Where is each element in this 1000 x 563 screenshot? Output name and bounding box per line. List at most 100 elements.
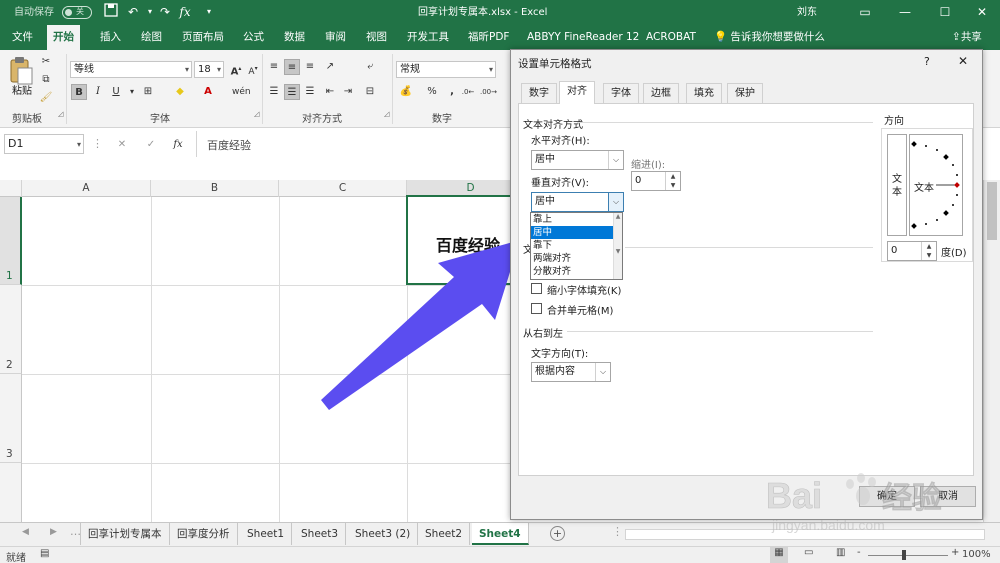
save-icon[interactable]	[102, 3, 120, 21]
number-format-box[interactable]: 常规 ▾	[396, 61, 496, 78]
undo-icon[interactable]: ↶	[124, 3, 142, 21]
shrink-to-fit-label[interactable]: 缩小字体填充(K)	[547, 282, 621, 297]
redo-icon[interactable]: ↷	[156, 3, 174, 21]
font-color-icon[interactable]: A	[200, 84, 216, 100]
tab-file[interactable]: 文件	[6, 25, 39, 50]
page-break-view-icon[interactable]: ▥	[836, 547, 845, 558]
cancel-entry-icon[interactable]: ✕	[114, 137, 130, 153]
phonetic-icon[interactable]: wén	[232, 84, 251, 100]
zoom-level[interactable]: 100%	[962, 549, 991, 560]
option-center[interactable]: 居中	[531, 226, 622, 239]
normal-view-icon[interactable]: ▦	[770, 547, 788, 563]
tab-draw[interactable]: 绘图	[135, 25, 168, 50]
bottom-align-icon[interactable]: ≡	[302, 59, 318, 75]
row-header-3[interactable]: 3	[0, 374, 22, 463]
alignment-launcher-icon[interactable]: ◿	[384, 110, 389, 118]
font-launcher-icon[interactable]: ◿	[254, 110, 259, 118]
tab-abbyy[interactable]: ABBYY FineReader 12	[521, 25, 645, 50]
format-painter-icon[interactable]: 🖌	[38, 90, 54, 106]
wrap-text-icon[interactable]: ⤶	[362, 59, 378, 75]
column-header-a[interactable]: A	[22, 180, 151, 197]
decrease-decimal-icon[interactable]: .00→	[480, 84, 497, 100]
shrink-to-fit-checkbox[interactable]	[531, 283, 542, 294]
option-justify[interactable]: 两端对齐	[531, 252, 622, 265]
decrease-indent-icon[interactable]: ⇤	[322, 84, 338, 100]
tab-protection[interactable]: 保护	[727, 83, 763, 103]
ok-button[interactable]: 确定	[859, 486, 915, 507]
row-header-1[interactable]: 1	[0, 197, 22, 285]
vertical-align-select[interactable]: 居中 ⌵	[531, 192, 624, 212]
tab-insert[interactable]: 插入	[94, 25, 127, 50]
tab-review[interactable]: 审阅	[319, 25, 352, 50]
scroll-left-icon[interactable]: ◀	[22, 527, 29, 537]
help-button[interactable]: ?	[924, 55, 930, 68]
horizontal-align-select[interactable]: 居中 ⌵	[531, 150, 624, 170]
tab-acrobat[interactable]: ACROBAT	[640, 25, 702, 50]
enter-entry-icon[interactable]: ✓	[143, 137, 159, 153]
spinner-arrows-icon[interactable]: ▲ ▼	[921, 242, 936, 260]
zoom-out-button[interactable]: -	[857, 547, 861, 558]
namebox-splitter-icon[interactable]: ⋮	[92, 137, 103, 150]
shrink-font-icon[interactable]: A▾	[245, 61, 261, 77]
increase-indent-icon[interactable]: ⇥	[340, 84, 356, 100]
merge-cells-label[interactable]: 合并单元格(M)	[547, 302, 613, 317]
autosave-toggle[interactable]: 关	[62, 6, 92, 19]
chevron-down-icon[interactable]: ▾	[124, 84, 140, 100]
tab-data[interactable]: 数据	[278, 25, 311, 50]
align-right-icon[interactable]: ☰	[302, 84, 318, 100]
horizontal-scrollbar[interactable]	[625, 529, 985, 540]
insert-function-icon[interactable]: fx	[176, 3, 194, 21]
scroll-right-icon[interactable]: ▶	[50, 527, 57, 537]
select-all-corner[interactable]	[0, 180, 22, 197]
zoom-in-button[interactable]: +	[951, 547, 959, 558]
tab-number[interactable]: 数字	[521, 83, 557, 103]
sheet-tab[interactable]: Sheet3 (2)	[348, 523, 419, 545]
tab-splitter-icon[interactable]: ⋮	[612, 525, 623, 538]
increase-decimal-icon[interactable]: .0←	[460, 84, 476, 100]
macro-record-icon[interactable]: ▤	[40, 548, 49, 559]
formula-input[interactable]: 百度经验	[196, 131, 512, 157]
font-size-box[interactable]: 18 ▾	[194, 61, 224, 78]
top-align-icon[interactable]: ≡	[266, 59, 282, 75]
text-direction-select[interactable]: 根据内容 ⌵	[531, 362, 611, 382]
minimize-icon[interactable]: —	[885, 0, 925, 25]
column-header-c[interactable]: C	[279, 180, 407, 197]
dropdown-scrollbar[interactable]: ▲ ▼	[613, 213, 622, 279]
fill-color-icon[interactable]: ◆	[172, 84, 188, 100]
vertical-text-button[interactable]: 文 本	[887, 134, 907, 236]
cut-icon[interactable]: ✂	[38, 54, 54, 70]
tab-page-layout[interactable]: 页面布局	[176, 25, 230, 50]
sheet-tab[interactable]: 回享计划专属本	[80, 523, 170, 545]
orientation-dial[interactable]: 文本	[909, 134, 963, 236]
tab-view[interactable]: 视图	[360, 25, 393, 50]
close-window-icon[interactable]: ✕	[962, 0, 1000, 25]
user-name[interactable]: 刘东	[797, 0, 817, 25]
tab-border[interactable]: 边框	[643, 83, 679, 103]
share-button[interactable]: ⇪共享	[946, 25, 988, 50]
middle-align-icon[interactable]: ≡	[284, 59, 300, 75]
sheet-tab-active[interactable]: Sheet4	[472, 523, 529, 545]
tab-font[interactable]: 字体	[603, 83, 639, 103]
align-left-icon[interactable]: ☰	[266, 84, 282, 100]
tab-fill[interactable]: 填充	[686, 83, 722, 103]
option-distributed[interactable]: 分散对齐	[531, 265, 622, 278]
font-name-box[interactable]: 等线 ▾	[70, 61, 192, 78]
option-top[interactable]: 靠上	[531, 213, 622, 226]
copy-icon[interactable]: ⧉	[38, 72, 54, 88]
accounting-format-icon[interactable]: 💰	[398, 84, 414, 100]
tell-me-box[interactable]: 💡 告诉我你想要做什么	[708, 25, 831, 50]
borders-icon[interactable]: ⊞	[140, 84, 156, 100]
scroll-thumb[interactable]	[987, 182, 997, 240]
zoom-slider[interactable]	[868, 555, 948, 556]
percent-button[interactable]: %	[424, 84, 440, 100]
degree-spinner[interactable]: 0 ▲ ▼	[887, 241, 937, 261]
row-header-2[interactable]: 2	[0, 285, 22, 374]
page-layout-view-icon[interactable]: ▭	[804, 547, 813, 558]
italic-button[interactable]: I	[90, 84, 106, 100]
customize-qat-icon[interactable]: ▾	[200, 3, 218, 21]
orientation-icon[interactable]: ↗	[322, 59, 338, 75]
indent-spinner[interactable]: 0 ▲ ▼	[631, 171, 681, 191]
tab-developer[interactable]: 开发工具	[401, 25, 455, 50]
maximize-icon[interactable]: ☐	[925, 0, 965, 25]
option-bottom[interactable]: 靠下	[531, 239, 622, 252]
